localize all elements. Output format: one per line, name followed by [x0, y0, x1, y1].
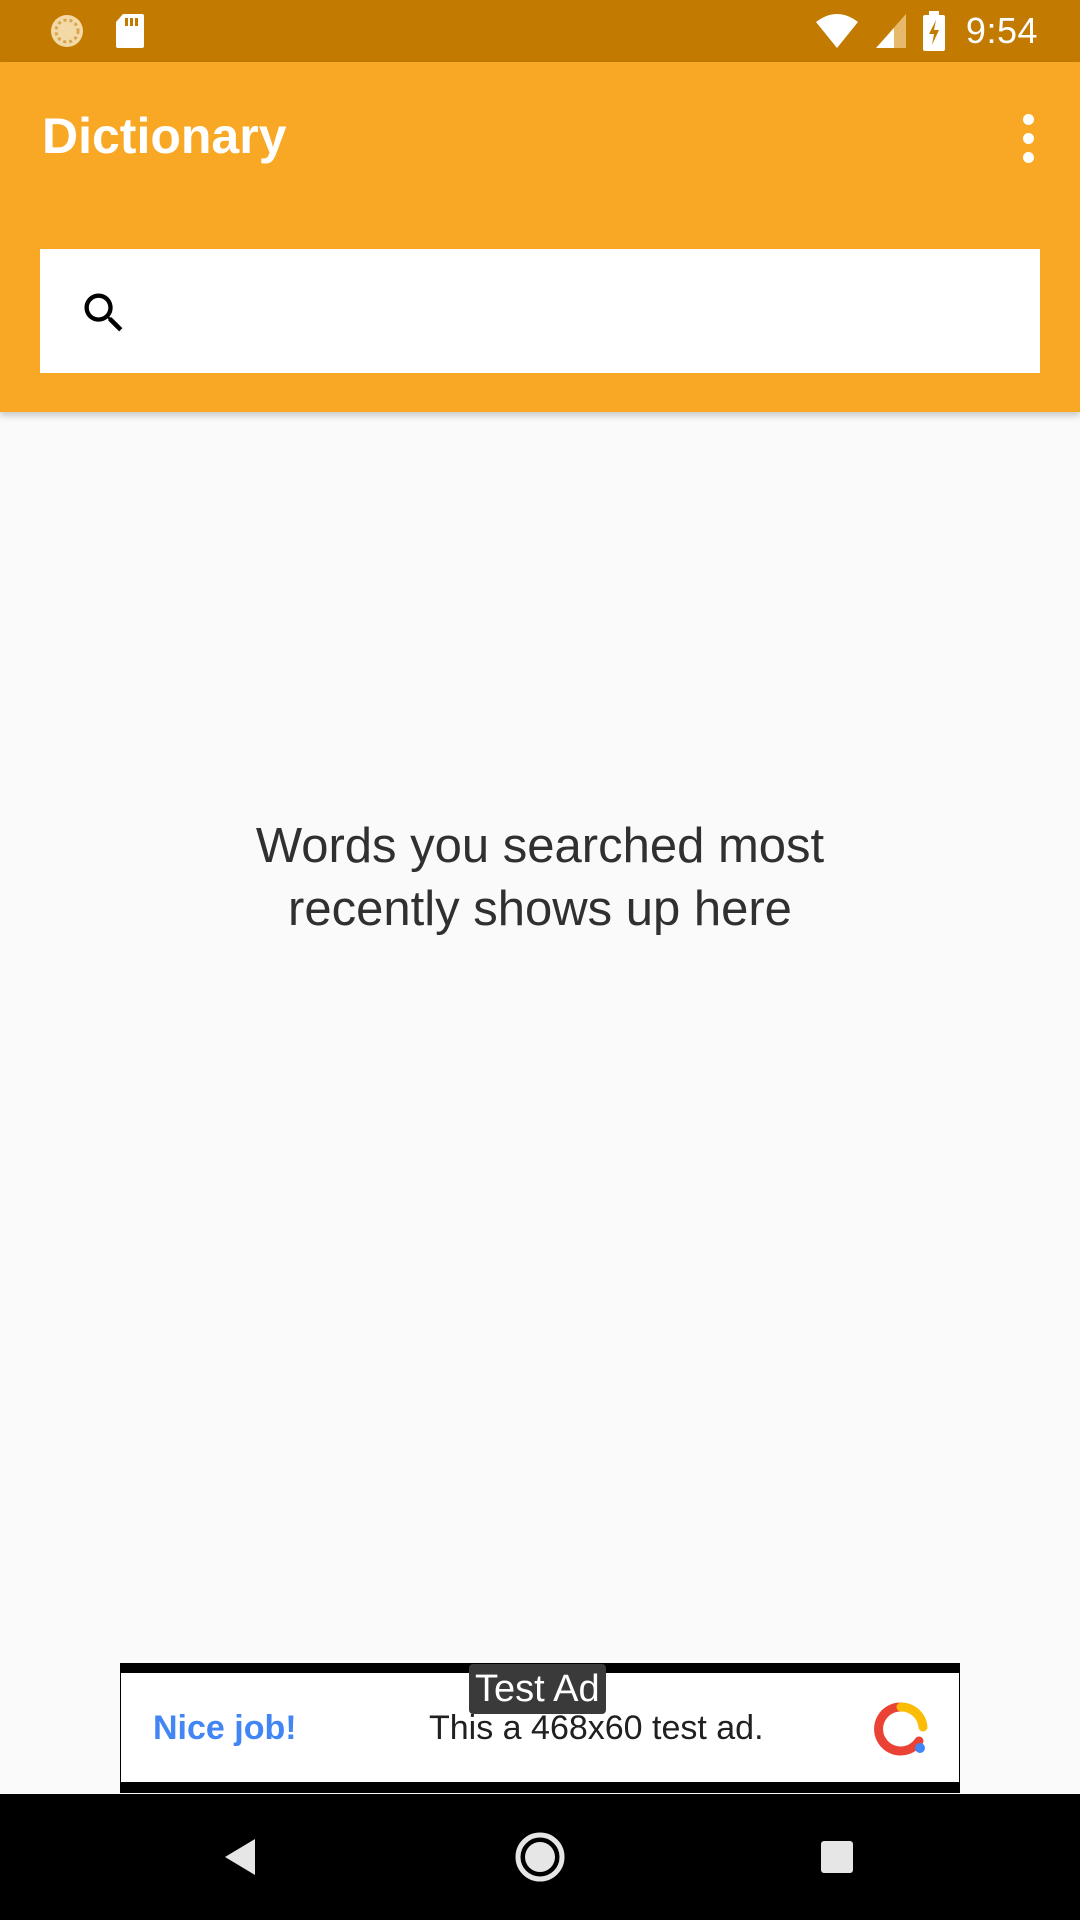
- overflow-menu-button[interactable]: [1004, 102, 1052, 174]
- search-input[interactable]: [160, 249, 1024, 375]
- admob-logo-icon: [874, 1702, 928, 1756]
- more-vert-icon: [1022, 113, 1034, 125]
- more-vert-icon-dot: [1022, 132, 1034, 144]
- sd-card-icon: [116, 14, 144, 48]
- empty-message-line-1: Words you searched most: [255, 819, 825, 873]
- app-title: Dictionary: [42, 108, 287, 164]
- status-right-icons: 9:54: [814, 10, 1038, 52]
- app-bar: Dictionary: [0, 62, 1080, 412]
- home-icon[interactable]: [510, 1827, 570, 1887]
- battery-charging-icon: [922, 11, 945, 51]
- test-ad-badge: Test Ad: [469, 1664, 606, 1714]
- recents-icon[interactable]: [807, 1827, 867, 1887]
- ad-headline[interactable]: Nice job!: [153, 1709, 297, 1748]
- navigation-bar: [0, 1794, 1080, 1920]
- back-icon[interactable]: [211, 1827, 271, 1887]
- search-box[interactable]: [40, 249, 1040, 375]
- status-time: 9:54: [965, 10, 1038, 51]
- status-left-icons: [48, 12, 146, 50]
- status-bar: 9:54: [0, 0, 1080, 62]
- search-icon: [84, 293, 123, 332]
- ad-banner[interactable]: Test Ad Nice job! This a 468x60 test ad.: [120, 1663, 960, 1793]
- empty-message-line-2: recently shows up here: [288, 882, 792, 936]
- more-vert-icon-dot: [1022, 151, 1034, 163]
- ad-body-text[interactable]: This a 468x60 test ad.: [429, 1709, 764, 1748]
- wifi-icon: [815, 14, 858, 48]
- sync-icon: [51, 15, 83, 47]
- recent-words-empty-message: Words you searched most recently shows u…: [140, 815, 940, 941]
- cell-signal-icon: [875, 14, 906, 48]
